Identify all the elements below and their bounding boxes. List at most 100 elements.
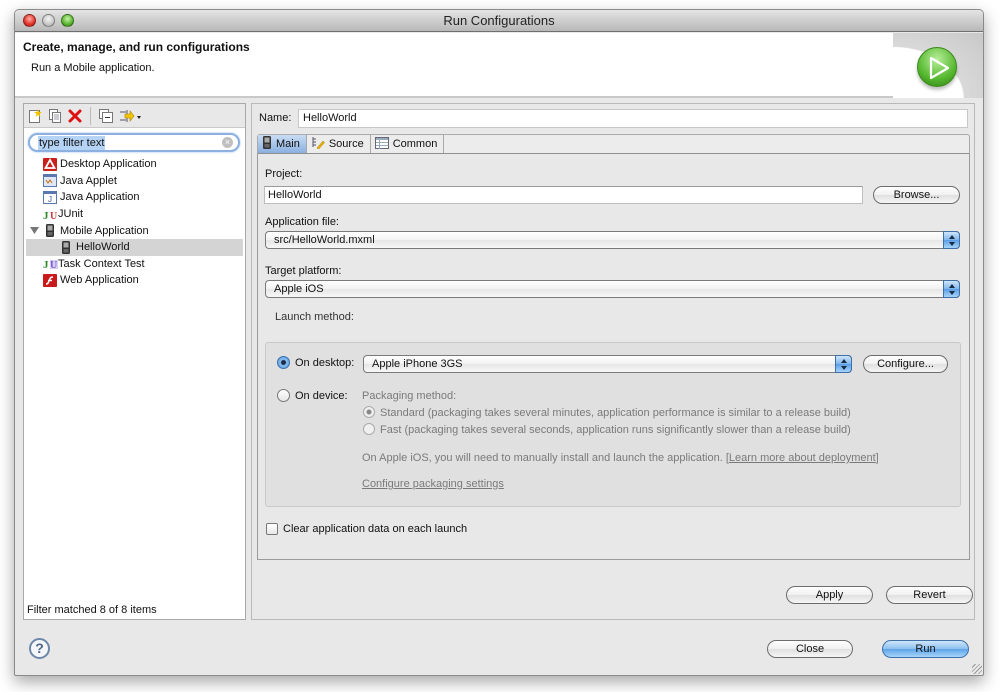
close-window-button[interactable] (23, 14, 36, 27)
junit-icon: JU (43, 208, 57, 222)
tree-item-label: HelloWorld (76, 241, 130, 254)
filter-status-text: Filter matched 8 of 8 items (27, 604, 157, 616)
svg-text:J: J (43, 210, 49, 221)
tree-item-label: Java Applet (60, 174, 117, 187)
resize-grip[interactable] (972, 664, 982, 674)
svg-text:U: U (50, 211, 57, 221)
packaging-method-label: Packaging method: (362, 390, 457, 402)
standard-packaging-label: Standard (packaging takes several minute… (380, 407, 851, 419)
run-play-icon (917, 47, 957, 87)
fast-packaging-radio[interactable] (363, 423, 375, 435)
tree-item-label: Task Context Test (58, 257, 145, 270)
minimize-window-button[interactable] (42, 14, 55, 27)
on-desktop-radio[interactable] (277, 356, 290, 369)
run-button[interactable]: Run (882, 640, 969, 658)
mobile-device-icon (59, 240, 73, 254)
clear-data-label: Clear application data on each launch (283, 523, 468, 535)
desktop-device-select[interactable]: Apple iPhone 3GS (363, 355, 852, 373)
tab-label: Main (276, 138, 300, 150)
run-configurations-window: Run Configurations Create, manage, and r… (14, 9, 984, 676)
tree-item-web-application[interactable]: Web Application (26, 272, 243, 289)
title-bar: Run Configurations (15, 10, 983, 32)
window-controls (23, 14, 74, 27)
on-desktop-label: On desktop: (295, 357, 355, 369)
tab-source[interactable]: Source (307, 135, 371, 153)
filter-menu-icon[interactable] (119, 109, 141, 123)
mobile-app-icon (43, 224, 57, 238)
ios-note-text: On Apple iOS, you will need to manually … (362, 452, 723, 464)
on-device-radio[interactable] (277, 389, 290, 402)
project-input[interactable]: HelloWorld (264, 186, 863, 204)
tab-bar: Main Source Common (257, 134, 970, 154)
ios-deployment-note: On Apple iOS, you will need to manually … (362, 452, 879, 464)
revert-button[interactable]: Revert (886, 586, 973, 604)
name-label: Name: (259, 112, 292, 124)
tree-item-helloworld[interactable]: HelloWorld (26, 238, 243, 256)
configuration-tree: Desktop Application Java Applet J Java A… (26, 156, 243, 289)
zoom-window-button[interactable] (61, 14, 74, 27)
tree-toolbar (24, 104, 245, 128)
svg-text:U: U (50, 260, 57, 270)
learn-more-link[interactable]: Learn more about deployment (729, 452, 876, 464)
target-platform-label: Target platform: (265, 265, 342, 277)
tab-common[interactable]: Common (371, 135, 445, 153)
clear-filter-icon[interactable]: × (222, 137, 233, 148)
tab-label: Common (392, 138, 438, 150)
header-title: Create, manage, and run configurations (23, 40, 250, 54)
new-config-icon[interactable] (28, 108, 42, 123)
tree-item-task-context-test[interactable]: JU Task Context Test (26, 256, 243, 273)
standard-packaging-radio[interactable] (363, 406, 375, 418)
close-button[interactable]: Close (767, 640, 853, 658)
desktop-app-icon (43, 157, 57, 171)
fast-packaging-label: Fast (packaging takes several seconds, a… (380, 424, 851, 436)
configuration-tree-panel: type filter text × Desktop Application J… (23, 103, 246, 620)
java-app-icon: J (43, 190, 57, 204)
select-arrows-icon (943, 231, 960, 249)
configure-packaging-link[interactable]: Configure packaging settings (362, 478, 504, 490)
name-input[interactable]: HelloWorld (298, 109, 968, 128)
task-context-icon: JU (43, 257, 58, 271)
application-file-label: Application file: (265, 216, 339, 228)
launch-method-legend: Launch method: (275, 311, 354, 323)
svg-text:J: J (48, 195, 52, 204)
source-icon (311, 136, 325, 152)
tree-item-label: Web Application (60, 274, 139, 287)
target-platform-select[interactable]: Apple iOS (265, 280, 960, 298)
clear-data-checkbox[interactable] (266, 523, 278, 535)
filter-input-field[interactable]: type filter text × (28, 133, 240, 152)
main-tab-content: Project: HelloWorld Browse... Applicatio… (257, 154, 970, 560)
window-title: Run Configurations (443, 13, 555, 28)
tree-item-java-applet[interactable]: Java Applet (26, 173, 243, 190)
tab-label: Source (328, 138, 364, 150)
tree-item-label: Mobile Application (60, 224, 149, 237)
tree-item-java-application[interactable]: J Java Application (26, 189, 243, 206)
header-subtitle: Run a Mobile application. (31, 62, 155, 74)
project-label: Project: (265, 168, 303, 180)
common-icon (374, 136, 389, 152)
configure-button[interactable]: Configure... (863, 355, 948, 373)
desktop-device-value: Apple iPhone 3GS (372, 358, 463, 370)
mobile-device-icon (262, 136, 272, 152)
tree-item-desktop-application[interactable]: Desktop Application (26, 156, 243, 173)
svg-text:J: J (43, 259, 49, 270)
toolbar-separator (90, 106, 91, 125)
on-device-label: On device: (295, 390, 348, 402)
expand-triangle-icon[interactable] (30, 225, 40, 237)
delete-icon[interactable] (68, 109, 82, 123)
tree-item-mobile-application[interactable]: Mobile Application (26, 222, 243, 239)
application-file-select[interactable]: src/HelloWorld.mxml (265, 231, 960, 249)
java-applet-icon (43, 174, 57, 188)
browse-button[interactable]: Browse... (873, 186, 960, 204)
dialog-header: Create, manage, and run configurations R… (15, 33, 983, 98)
help-button[interactable]: ? (29, 638, 50, 659)
collapse-all-icon[interactable] (99, 108, 113, 123)
tree-item-junit[interactable]: JU JUnit (26, 206, 243, 223)
filter-input[interactable]: type filter text (38, 136, 106, 150)
duplicate-icon[interactable] (48, 108, 62, 123)
select-arrows-icon (943, 280, 960, 298)
configuration-editor-panel: Name: HelloWorld Main Source Common Proj… (251, 103, 975, 620)
select-arrows-icon (835, 355, 852, 373)
tree-item-label: JUnit (58, 208, 84, 221)
tab-main[interactable]: Main (258, 135, 307, 153)
apply-button[interactable]: Apply (786, 586, 873, 604)
